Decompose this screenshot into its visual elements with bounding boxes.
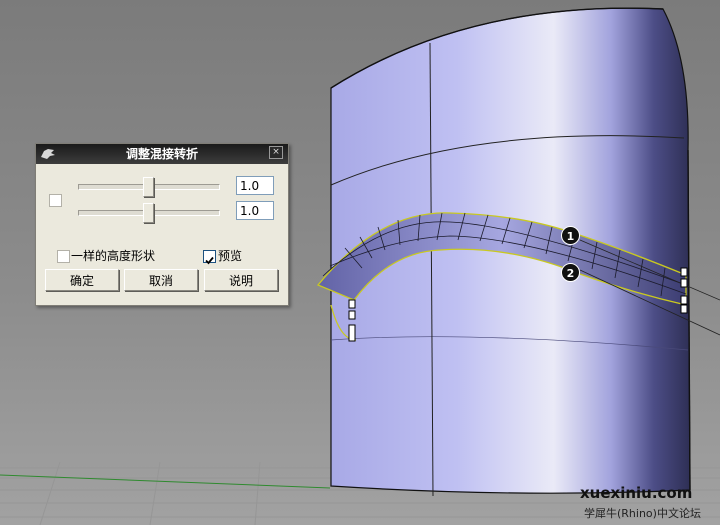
preview-label: 预览	[218, 249, 243, 263]
help-button[interactable]: 说明	[204, 269, 278, 291]
cancel-button[interactable]: 取消	[124, 269, 198, 291]
preview-checkbox[interactable]	[203, 250, 216, 265]
watermark-caption: 学犀牛(Rhino)中文论坛	[584, 507, 701, 520]
bulge-slider-2-thumb[interactable]	[142, 203, 154, 223]
watermark-site: xuexiniu.com	[580, 484, 693, 502]
checkmark-icon	[205, 256, 214, 265]
bulge-value-2-field[interactable]: 1.0	[236, 201, 274, 220]
marker-2: 2	[561, 263, 580, 282]
link-sliders-checkbox[interactable]	[49, 194, 62, 207]
dialog-title: 调整混接转折	[125, 147, 198, 161]
ok-button[interactable]: 确定	[45, 269, 119, 291]
marker-1: 1	[561, 226, 580, 245]
same-height-label: 一样的高度形状	[71, 249, 156, 263]
close-icon[interactable]: ×	[269, 146, 283, 159]
dialog-titlebar[interactable]: 调整混接转折	[36, 144, 288, 164]
rhino-app-icon	[41, 149, 55, 159]
same-height-checkbox[interactable]	[57, 250, 70, 263]
bulge-slider-1-thumb[interactable]	[142, 177, 154, 197]
bulge-value-1-field[interactable]: 1.0	[236, 176, 274, 195]
